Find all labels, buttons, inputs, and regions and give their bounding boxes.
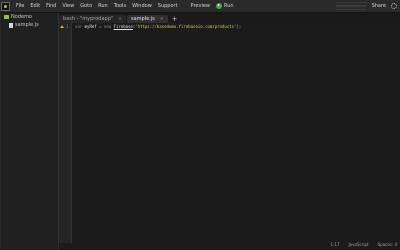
tab-sample-js[interactable]: sample.js × [126, 15, 168, 23]
meter-bar [335, 5, 366, 7]
meter-bar [335, 8, 366, 11]
status-bar: 1:17 JavaScript Spaces: 4 [59, 238, 400, 250]
tab-bash[interactable]: bash - "myprodapp" × [59, 15, 126, 23]
code-line[interactable]: var myRef = new Firebase('https://basede… [75, 23, 400, 30]
indentation-setting[interactable]: Spaces: 4 [378, 242, 397, 247]
file-item-label: sample.js [15, 22, 39, 28]
preview-button[interactable]: Preview [191, 3, 210, 9]
tab-bash-label: bash - "myprodapp" [63, 16, 114, 22]
line-number: 1 [66, 24, 69, 29]
variable-name: myRef [84, 24, 97, 29]
main-menu: File Edit Find View Goto Run Tools Windo… [13, 3, 181, 9]
share-button[interactable]: Share [372, 3, 386, 9]
gutter-row: 1 [59, 23, 71, 30]
menu-tools[interactable]: Tools [111, 3, 129, 9]
editor-gutter: 1 [59, 23, 72, 243]
keyword-var: var [75, 24, 85, 29]
folder-icon [4, 15, 9, 19]
resource-meter[interactable] [335, 1, 366, 11]
menu-window[interactable]: Window [129, 3, 155, 9]
play-icon [216, 3, 223, 9]
menu-goto[interactable]: Goto [77, 3, 95, 9]
cursor-position[interactable]: 1:17 [331, 242, 340, 247]
code-editor[interactable]: var myRef = new Firebase('https://basede… [72, 23, 400, 243]
menu-file[interactable]: File [13, 3, 27, 9]
run-label: Run [224, 3, 234, 9]
file-tree: Nodemo sample.js [1, 13, 59, 250]
menu-find[interactable]: Find [43, 3, 59, 9]
project-folder[interactable]: Nodemo [1, 13, 58, 21]
menu-view[interactable]: View [59, 3, 77, 9]
tab-sample-js-label: sample.js [130, 16, 155, 22]
menu-support[interactable]: Support [155, 3, 181, 9]
warning-icon[interactable] [60, 25, 64, 28]
menu-run[interactable]: Run [95, 3, 111, 9]
app-logo-icon[interactable] [1, 1, 10, 11]
run-button[interactable]: Run [216, 3, 234, 9]
meter-row [335, 8, 366, 11]
assignment-operator: = [96, 24, 104, 29]
meter-bar [335, 1, 366, 4]
file-icon [9, 22, 13, 28]
new-tab-button[interactable]: + [171, 15, 179, 23]
menu-bar: File Edit Find View Goto Run Tools Windo… [0, 0, 400, 13]
language-mode[interactable]: JavaScript [349, 242, 369, 247]
close-icon[interactable]: × [160, 17, 164, 22]
close-paren: ); [236, 24, 242, 29]
right-tools: Share [335, 1, 397, 11]
string-literal: 'https://basedemo.firebaseio.com/product… [135, 24, 237, 29]
close-icon[interactable]: × [118, 17, 122, 22]
menu-edit[interactable]: Edit [27, 3, 43, 9]
file-item[interactable]: sample.js [1, 21, 58, 29]
keyword-new: new [103, 24, 114, 29]
project-folder-label: Nodemo [11, 14, 32, 20]
gear-icon[interactable] [391, 3, 397, 9]
tab-bar: bash - "myprodapp" × sample.js × + [59, 13, 400, 23]
class-name: Firebase [113, 24, 133, 29]
